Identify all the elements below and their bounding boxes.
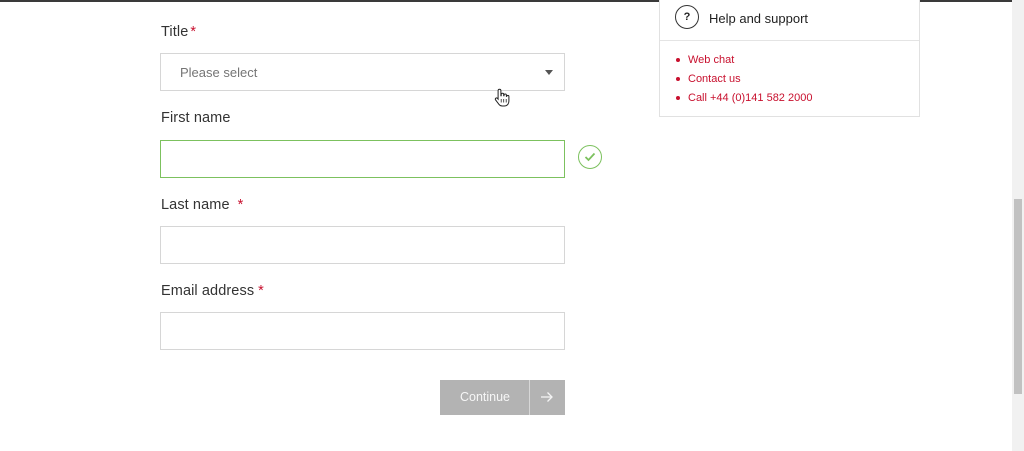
title-label: Title *: [161, 24, 196, 40]
continue-button-label: Continue: [459, 390, 511, 404]
required-marker: *: [237, 197, 244, 213]
last-name-label-text: Last name: [161, 197, 230, 213]
email-label-text: Email address: [161, 283, 255, 299]
button-divider: [529, 380, 530, 415]
chevron-down-icon: [545, 70, 553, 75]
title-select-value: Please select: [180, 65, 258, 80]
checkmark-icon: [578, 145, 602, 169]
last-name-label: Last name *: [161, 197, 243, 213]
last-name-field[interactable]: [160, 226, 565, 264]
email-field[interactable]: [160, 312, 565, 350]
help-support-panel: ? Help and support Web chat Contact us C…: [659, 0, 920, 117]
required-marker: *: [190, 24, 197, 40]
continue-button[interactable]: Continue: [440, 380, 565, 415]
question-icon: ?: [675, 5, 699, 29]
title-select[interactable]: Please select: [160, 53, 565, 91]
contact-us-link[interactable]: Contact us: [674, 71, 812, 90]
panel-divider: [660, 40, 919, 41]
title-label-text: Title: [161, 24, 189, 40]
email-label: Email address *: [161, 283, 264, 299]
first-name-label: First name: [161, 110, 231, 126]
scrollbar-thumb[interactable]: [1014, 199, 1022, 394]
page-scrollbar[interactable]: [1012, 0, 1024, 451]
call-phone-link[interactable]: Call +44 (0)141 582 2000: [674, 90, 812, 109]
help-support-title: Help and support: [709, 11, 809, 26]
first-name-field[interactable]: [160, 140, 565, 178]
first-name-label-text: First name: [161, 110, 231, 126]
web-chat-link[interactable]: Web chat: [674, 52, 812, 71]
arrow-right-icon: [541, 392, 553, 402]
hand-cursor-icon: [494, 88, 510, 107]
required-marker: *: [258, 283, 264, 299]
support-links: Web chat Contact us Call +44 (0)141 582 …: [674, 52, 812, 109]
